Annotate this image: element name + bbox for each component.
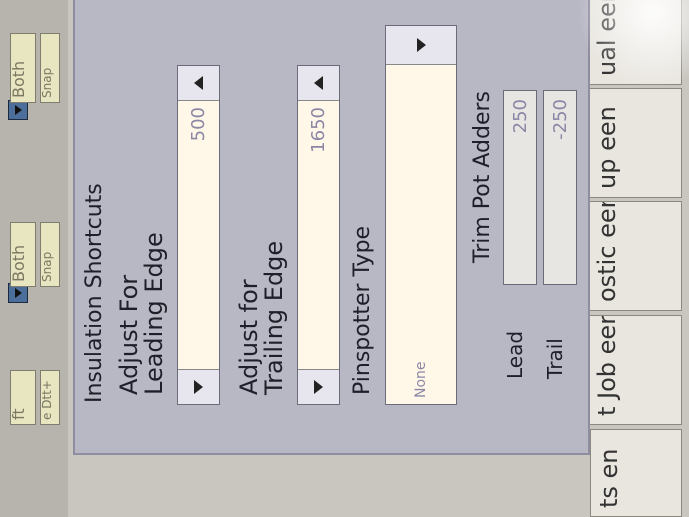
side-button[interactable]: ostic een: [588, 201, 682, 311]
rotated-screen: ft Both Both e Dtt+ Snap Snap e e e 0 Y …: [0, 0, 689, 517]
lead-edge-label: Adjust For Leading Edge: [115, 232, 169, 395]
lead-edge-spinner[interactable]: 500: [177, 65, 220, 405]
chevron-up-icon[interactable]: [178, 66, 219, 101]
table-cell-both-1: Both: [10, 222, 36, 287]
trim-lead-label: Lead: [503, 330, 527, 379]
dropdown-arrow-icon[interactable]: [386, 26, 456, 65]
table-cell-snippet: e Dtt+: [40, 370, 60, 425]
side-button[interactable]: up een: [588, 88, 682, 198]
side-button[interactable]: ts en: [590, 429, 682, 517]
pinspotter-select[interactable]: None: [385, 25, 457, 405]
table-cell-snippet: Snap: [40, 222, 60, 287]
trail-edge-spinner[interactable]: 1650: [297, 65, 340, 405]
lead-edge-value[interactable]: 500: [188, 101, 209, 369]
chevron-up-icon[interactable]: [298, 66, 339, 101]
pinspotter-value[interactable]: None: [386, 65, 456, 404]
trim-lead-field[interactable]: 250: [503, 90, 537, 285]
trail-edge-label: Adjust for Trailing Edge: [235, 240, 289, 395]
chevron-down-icon[interactable]: [178, 369, 219, 404]
dialog-title: Insulation Shortcuts: [82, 183, 107, 403]
table-cell-both-2: Both: [10, 33, 36, 103]
trail-edge-value[interactable]: 1650: [308, 101, 329, 369]
table-cell-ft: ft: [10, 370, 36, 425]
trim-pot-label: Trim Pot Adders: [470, 91, 495, 263]
trim-trail-field[interactable]: -250: [543, 90, 577, 285]
dropdown-arrow-icon[interactable]: [8, 100, 28, 120]
table-cell-snippet: Snap: [40, 33, 60, 103]
side-button[interactable]: ual een: [588, 0, 682, 85]
chevron-down-icon[interactable]: [298, 369, 339, 404]
pinspotter-label: Pinspotter Type: [350, 225, 375, 395]
side-button[interactable]: t Job een: [588, 315, 682, 425]
insulation-shortcuts-dialog: Insulation Shortcuts Adjust For Leading …: [73, 0, 590, 455]
trim-trail-label: Trail: [543, 338, 567, 379]
